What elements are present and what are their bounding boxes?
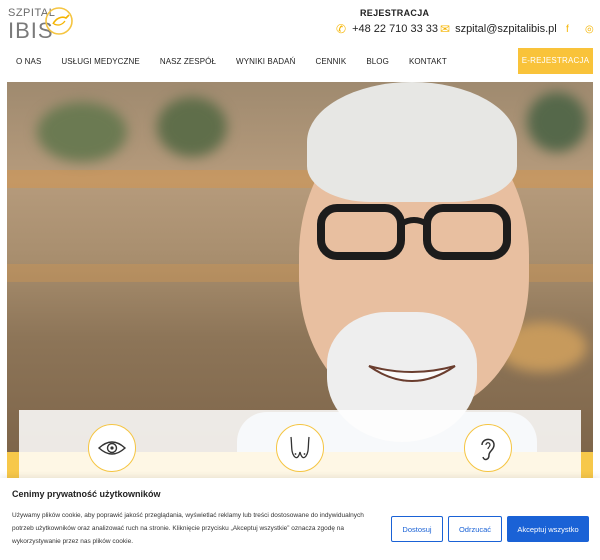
nav-item-kontakt[interactable]: KONTAKT <box>399 48 457 76</box>
registration-label: REJESTRACJA <box>360 8 430 18</box>
phone-icon: ✆ <box>336 22 347 36</box>
nav-item-wyniki-badan[interactable]: WYNIKI BADAŃ <box>226 48 305 76</box>
email-address[interactable]: szpital@szpitalibis.pl <box>455 23 557 35</box>
ear-icon[interactable] <box>464 424 512 472</box>
breast-icon-graphic <box>290 436 310 459</box>
e-registration-button[interactable]: E-REJESTRACJA <box>518 48 593 74</box>
customize-cookies-button[interactable]: Dostosuj <box>391 516 443 542</box>
cookie-description: Używamy plików cookie, aby poprawić jako… <box>12 512 364 545</box>
nav-item-uslugi-medyczne[interactable]: USŁUGI MEDYCZNE <box>51 48 149 76</box>
smile-illustration <box>368 365 456 382</box>
envelope-icon: ✉ <box>440 22 451 36</box>
person-hair <box>307 82 517 202</box>
nav-item-o-nas[interactable]: O NAS <box>0 48 51 76</box>
glasses-illustration <box>317 204 511 260</box>
email-contact[interactable]: ✉ szpital@szpitalibis.pl <box>440 22 557 36</box>
accept-all-cookies-button[interactable]: Akceptuj wszystko <box>507 516 589 542</box>
blurred-plant <box>527 92 587 152</box>
eye-icon-graphic <box>97 441 127 455</box>
blurred-plant <box>157 97 227 157</box>
blurred-plant <box>37 102 127 162</box>
reject-cookies-button[interactable]: Odrzucać <box>448 516 502 542</box>
ibis-bird-icon <box>45 7 73 35</box>
hospital-logo[interactable]: SZPITAL IBIS <box>8 4 73 44</box>
facebook-icon[interactable]: f <box>566 24 569 35</box>
nav-item-nasz-zespol[interactable]: NASZ ZESPÓŁ <box>150 48 226 76</box>
eye-icon[interactable] <box>88 424 136 472</box>
phone-contact[interactable]: ✆ +48 22 710 33 33 <box>336 22 438 36</box>
breast-icon[interactable] <box>276 424 324 472</box>
instagram-icon[interactable]: ◎ <box>585 24 594 35</box>
nav-item-cennik[interactable]: CENNIK <box>305 48 356 76</box>
site-header: SZPITAL IBIS REJESTRACJA ✆ +48 22 710 33… <box>0 0 600 86</box>
nav-item-blog[interactable]: BLOG <box>356 48 399 76</box>
main-nav: O NAS USŁUGI MEDYCZNE NASZ ZESPÓŁ WYNIKI… <box>0 48 457 76</box>
cookie-title: Cenimy prywatność użytkowników <box>12 489 161 499</box>
phone-number[interactable]: +48 22 710 33 33 <box>352 23 438 35</box>
ear-icon-graphic <box>481 438 495 461</box>
